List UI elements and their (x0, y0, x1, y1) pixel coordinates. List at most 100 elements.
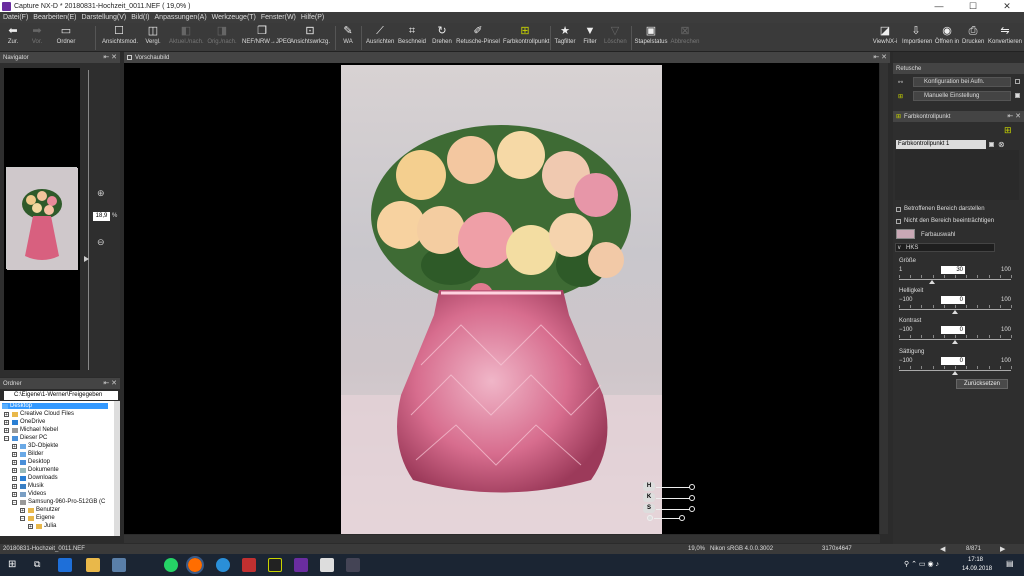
control-point-list[interactable] (895, 150, 1019, 200)
size-value-field[interactable]: 30 (941, 266, 965, 274)
compare-button[interactable]: ◫ Vergl. (143, 25, 163, 45)
manual-setting-dropdown[interactable]: Manuelle Einstellung (913, 91, 1011, 101)
contacts-icon[interactable] (320, 558, 334, 572)
not-affect-checkbox[interactable] (896, 218, 901, 224)
menu-image[interactable]: Bild(I) (131, 14, 149, 21)
cancel-button[interactable]: ⊠ Abbrechen (670, 25, 700, 45)
tree-item[interactable]: + Michael Nebel (4, 427, 58, 433)
next-image-icon[interactable]: ▶ (1000, 545, 1005, 553)
maximize-button[interactable]: ☐ (956, 1, 990, 12)
color-control-point-button[interactable]: ⊞ Farbkontrollpunkt (503, 25, 549, 45)
handle-h[interactable]: H (643, 482, 655, 491)
photo-app-icon[interactable] (242, 558, 256, 572)
task-view-icon[interactable]: ⧉ (34, 559, 40, 570)
slider-thumb[interactable] (928, 280, 935, 284)
viewnx-taskbar-icon[interactable] (268, 558, 282, 572)
saturation-value-field[interactable]: 0 (941, 357, 965, 365)
show-affected-checkbox[interactable] (896, 206, 901, 212)
mode-dropdown[interactable]: HKS (895, 243, 995, 252)
tree-item[interactable]: Desktop (2, 403, 108, 409)
menu-window[interactable]: Fenster(W) (261, 14, 296, 21)
prev-image-icon[interactable]: ◀ (940, 545, 945, 553)
brightness-value-field[interactable]: 0 (941, 296, 965, 304)
tree-item[interactable]: + Downloads (12, 475, 58, 481)
menu-help[interactable]: Hilfe(P) (301, 14, 324, 21)
tree-item[interactable]: + Creative Cloud Files (4, 411, 74, 417)
tree-item[interactable]: + Benutzer (20, 507, 60, 513)
color-swatch[interactable] (896, 229, 915, 239)
show-affected-row[interactable]: Betroffenen Bereich darstellen (896, 206, 1024, 212)
batch-status-button[interactable]: ▣ Stapelstatus (634, 25, 668, 45)
tree-item[interactable]: − Samsung-960-Pro-512GB (C (12, 499, 105, 505)
close-icon[interactable]: ⇤ ✕ (103, 53, 117, 61)
rotate-button[interactable]: ↻ Drehen (430, 25, 454, 45)
convert-files-button[interactable]: ⇋ Konvertieren (988, 25, 1022, 45)
white-balance-button[interactable]: ✎ WA (340, 25, 356, 45)
retouch-brush-button[interactable]: ✐ Retusche-Pinsel (456, 25, 500, 45)
tree-item[interactable]: − Eigene (20, 515, 55, 521)
retouch-row-manual-checkbox[interactable] (1015, 93, 1020, 98)
current-after-button[interactable]: ◧ Aktuel./nach. (169, 25, 204, 45)
system-tray-icons[interactable]: ⚲ ⌃ ▭ ◉ ♪ (904, 560, 939, 568)
edge-browser-icon[interactable] (58, 558, 72, 572)
handle-s[interactable]: S (643, 504, 655, 513)
contrast-value-field[interactable]: 0 (941, 326, 965, 334)
tree-item[interactable]: + Musik (12, 483, 44, 489)
control-point-enable-checkbox[interactable] (989, 142, 994, 147)
firefox-icon[interactable] (186, 556, 204, 574)
menu-adjust[interactable]: Anpassungen(A) (155, 14, 207, 21)
menu-file[interactable]: Datei(F) (3, 14, 28, 21)
slider-thumb[interactable] (952, 340, 958, 344)
folder-button[interactable]: ▭ Ordner (54, 25, 78, 45)
tree-item[interactable]: − Dieser PC (4, 435, 47, 441)
reset-button[interactable]: Zurücksetzen (956, 379, 1008, 389)
menu-view[interactable]: Darstellung(V) (81, 14, 126, 21)
viewnx-button[interactable]: ◪ ViewNX-i (872, 25, 898, 45)
store-icon[interactable] (112, 558, 126, 572)
notification-icon[interactable]: ▤ (1006, 559, 1014, 568)
navigator-thumbnail[interactable] (6, 167, 78, 270)
handle-k-end[interactable] (689, 495, 695, 501)
menu-edit[interactable]: Bearbeiten(E) (33, 14, 76, 21)
tree-item[interactable]: + Bilder (12, 451, 43, 457)
camera-setting-dropdown[interactable]: Konfiguration bei Aufn. (913, 77, 1011, 87)
print-button[interactable]: ⎙ Drucken (962, 25, 984, 45)
close-icon[interactable]: ⇤ ✕ (1007, 112, 1021, 120)
tree-item[interactable]: + Videos (12, 491, 46, 497)
zoom-slider-thumb[interactable] (84, 256, 89, 262)
minimize-button[interactable]: — (922, 1, 956, 11)
preview-horizontal-scrollbar[interactable] (124, 535, 880, 543)
control-point-list-item[interactable]: Farbkontrollpunkt 1 (896, 140, 986, 149)
camera-app-icon[interactable] (216, 558, 230, 572)
photo-image[interactable] (341, 65, 662, 534)
crop-button[interactable]: ⌗ Beschneid (398, 25, 426, 45)
delete-control-point-icon[interactable]: ⊗ (998, 140, 1005, 149)
filter-button[interactable]: ▼ Filter (581, 25, 599, 45)
convert-button[interactable]: ❐ NEF/NRW→JPEG (242, 25, 292, 45)
not-affect-row[interactable]: Nicht den Bereich beeinträchtigen (896, 218, 1024, 224)
retouch-row-manual[interactable]: ⊞ Manuelle Einstellung (893, 90, 1024, 102)
capture-nx-taskbar-icon[interactable] (294, 558, 308, 572)
zoom-out-icon[interactable]: ⊖ (97, 237, 105, 248)
retouch-row-camera-checkbox[interactable] (1015, 79, 1020, 84)
close-icon[interactable]: ⇤ ✕ (103, 379, 117, 387)
tree-item[interactable]: +3D-Objekte (12, 443, 58, 449)
size-handle[interactable] (679, 515, 685, 521)
tree-item[interactable]: + Dokumente (12, 467, 59, 473)
folder-scrollbar[interactable] (114, 401, 120, 536)
close-button[interactable]: ✕ (990, 1, 1024, 12)
whatsapp-icon[interactable] (164, 558, 178, 572)
back-button[interactable]: ⬅ Zur. (4, 25, 22, 45)
handle-s-end[interactable] (689, 506, 695, 512)
close-icon[interactable]: ⇤ ✕ (873, 53, 887, 61)
forward-button[interactable]: ➡ Vor. (28, 25, 46, 45)
control-point-center[interactable] (647, 515, 653, 521)
slider-thumb[interactable] (952, 310, 958, 314)
tree-item[interactable]: + Julia (28, 523, 56, 529)
tool-icon[interactable] (346, 558, 360, 572)
view-mode-button[interactable]: ☐ Ansichtsmod. (102, 25, 138, 45)
file-explorer-icon[interactable] (86, 558, 100, 572)
import-button[interactable]: ⇩ Importieren (902, 25, 932, 45)
open-in-button[interactable]: ◉ Öffnen in (934, 25, 960, 45)
slider-thumb[interactable] (952, 371, 958, 375)
